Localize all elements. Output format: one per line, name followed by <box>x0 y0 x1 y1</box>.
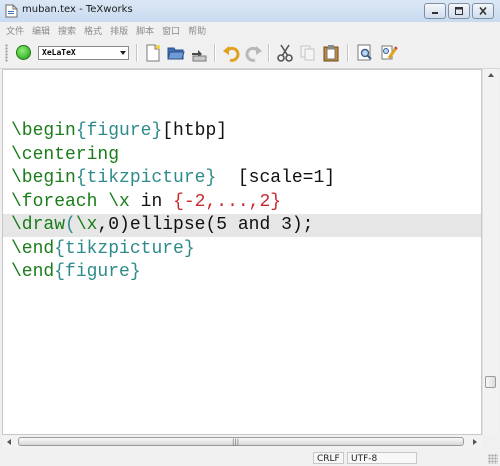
range-text: -2,...,2 <box>183 192 271 212</box>
menu-file[interactable]: 文件 <box>6 24 24 37</box>
copy-icon[interactable] <box>299 44 317 62</box>
vertical-scrollbar[interactable] <box>482 69 498 435</box>
vertical-scroll-thumb[interactable] <box>485 376 496 388</box>
brace: { <box>173 192 184 212</box>
code-line[interactable]: \foreach \x in {-2,...,2} <box>11 191 281 214</box>
save-icon[interactable] <box>190 44 208 62</box>
plain-text: [htbp] <box>162 121 228 141</box>
latex-command: \begin <box>11 168 76 188</box>
brace: } <box>183 239 195 259</box>
horizontal-scrollbar[interactable]: ||| <box>2 435 482 449</box>
plain-text: [scale=1] <box>216 168 336 188</box>
title-bar: muban.tex - TeXworks <box>0 0 500 23</box>
environment-name: figure <box>86 121 152 141</box>
maximize-button[interactable] <box>448 3 470 19</box>
brace: } <box>205 168 217 188</box>
latex-command: \foreach <box>11 192 98 212</box>
scroll-grip-icon: ||| <box>232 438 240 446</box>
plain-text: ,0)ellipse(5 and 3); <box>97 215 314 235</box>
brace: { <box>54 262 66 282</box>
brace: } <box>270 192 282 212</box>
horizontal-scroll-thumb[interactable]: ||| <box>18 437 464 446</box>
toolbar-separator <box>268 44 270 62</box>
menu-scripts[interactable]: 脚本 <box>136 24 154 37</box>
menu-help[interactable]: 帮助 <box>188 24 206 37</box>
status-bar: CRLF UTF-8 <box>0 450 500 466</box>
open-folder-icon[interactable] <box>167 44 185 62</box>
latex-command: \draw <box>11 215 66 235</box>
code-line[interactable]: \centering <box>11 144 119 167</box>
toolbar-separator <box>136 44 138 62</box>
editor-area[interactable]: \begin{figure}[htbp] \centering \begin{t… <box>2 69 482 435</box>
menu-format[interactable]: 格式 <box>84 24 102 37</box>
replace-icon[interactable] <box>380 44 398 62</box>
code-line[interactable]: \begin{tikzpicture} [scale=1] <box>11 167 335 190</box>
paren: ( <box>65 215 76 235</box>
menu-window[interactable]: 窗口 <box>162 24 180 37</box>
toolbar-separator <box>214 44 216 62</box>
latex-variable: \x <box>75 215 98 235</box>
toolbar: XeLaTeX <box>0 38 500 69</box>
new-file-icon[interactable] <box>144 44 162 62</box>
window-controls <box>424 3 494 19</box>
minimize-button[interactable] <box>424 3 446 19</box>
brace: } <box>129 262 141 282</box>
encoding-indicator[interactable]: UTF-8 <box>347 452 417 464</box>
latex-command: \end <box>11 239 55 259</box>
code-line-current[interactable]: \draw(\x,0)ellipse(5 and 3); <box>11 214 313 237</box>
close-icon <box>479 7 487 15</box>
cut-icon[interactable] <box>276 44 294 62</box>
latex-command: \end <box>11 262 55 282</box>
scroll-up-icon[interactable] <box>488 73 494 77</box>
paste-icon[interactable] <box>322 44 340 62</box>
environment-name: figure <box>65 262 130 282</box>
code-line[interactable]: \end{figure} <box>11 261 141 284</box>
find-icon[interactable] <box>356 44 374 62</box>
latex-variable: \x <box>108 192 130 212</box>
menu-search[interactable]: 搜索 <box>58 24 76 37</box>
scroll-right-icon[interactable] <box>473 439 477 445</box>
plain-text <box>97 192 108 212</box>
menu-bar: 文件 编辑 搜索 格式 排版 脚本 窗口 帮助 <box>0 22 500 38</box>
environment-name: tikzpicture <box>65 239 184 259</box>
engine-value: XeLaTeX <box>42 48 76 57</box>
chevron-down-icon <box>120 51 126 55</box>
maximize-icon <box>455 7 463 15</box>
minimize-icon <box>432 12 438 14</box>
latex-command: \begin <box>11 121 76 141</box>
engine-select[interactable]: XeLaTeX <box>38 46 129 60</box>
environment-name: tikzpicture <box>86 168 206 188</box>
toolbar-separator <box>347 44 349 62</box>
plain-text: in <box>129 192 174 212</box>
scroll-left-icon[interactable] <box>7 439 11 445</box>
document-icon <box>5 4 18 18</box>
latex-command: \centering <box>11 145 120 165</box>
toolbar-grip[interactable] <box>5 44 8 62</box>
code-line[interactable]: \begin{figure}[htbp] <box>11 120 227 143</box>
brace: { <box>54 239 66 259</box>
brace: { <box>75 168 87 188</box>
line-ending-indicator[interactable]: CRLF <box>313 452 344 464</box>
close-button[interactable] <box>472 3 494 19</box>
brace: { <box>75 121 87 141</box>
menu-typeset[interactable]: 排版 <box>110 24 128 37</box>
menu-edit[interactable]: 编辑 <box>32 24 50 37</box>
resize-grip-icon[interactable] <box>488 454 498 464</box>
code-line[interactable]: \end{tikzpicture} <box>11 238 195 261</box>
brace: } <box>151 121 163 141</box>
undo-icon[interactable] <box>222 44 240 62</box>
redo-icon[interactable] <box>245 44 263 62</box>
typeset-button[interactable] <box>16 45 31 60</box>
window-title: muban.tex - TeXworks <box>22 4 133 15</box>
